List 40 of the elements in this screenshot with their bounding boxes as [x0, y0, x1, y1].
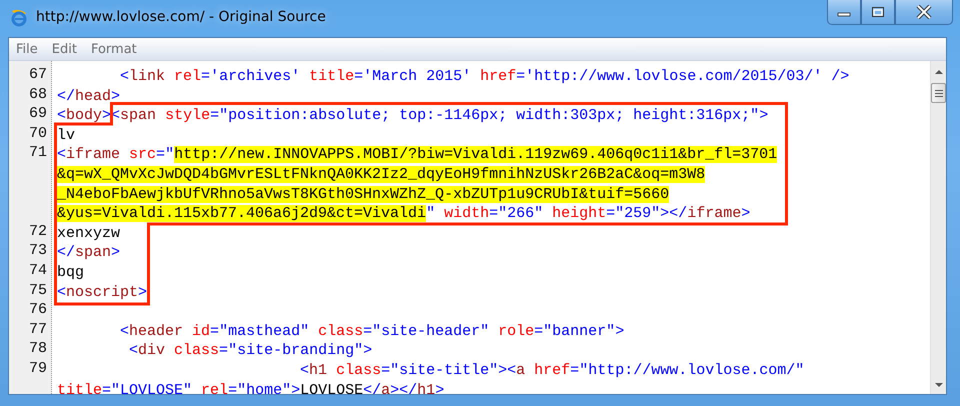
code-line: <noscript>: [57, 282, 148, 302]
scroll-down-icon[interactable]: [934, 382, 944, 388]
close-icon: [916, 5, 932, 19]
browser-icon: [10, 9, 28, 27]
line-number: 75: [28, 282, 47, 299]
line-number: 79: [28, 360, 47, 377]
code-line: <header id="masthead" class="site-header" role="banner">: [120, 322, 624, 342]
menu-item[interactable]: File: [16, 42, 38, 56]
code-line: title="LOVLOSE" rel="home">LOVLOSE</a></h1>: [57, 380, 444, 394]
code-line: &yus=Vivaldi.115xb77.406a6j2d9&ct=Vivaldi" width="266" height="259"></iframe>: [57, 204, 750, 224]
line-number: 68: [28, 86, 47, 103]
line-number: 71: [28, 144, 47, 162]
code-line: </span>: [57, 243, 120, 263]
line-number: 67: [28, 66, 47, 83]
line-number: 70: [28, 124, 47, 142]
code-line: <div class="site-branding">: [129, 341, 372, 361]
line-number: 69: [28, 105, 47, 122]
scroll-thumb[interactable]: [931, 83, 946, 103]
code-line: xenxyzw: [57, 224, 120, 244]
code-line: <h1 class="site-title"><a href="http://www.lovlose.com/": [300, 360, 804, 380]
close-button[interactable]: [895, 0, 953, 25]
code-line: bqg: [57, 262, 84, 283]
line-number: 77: [28, 320, 47, 338]
maximize-button[interactable]: [861, 0, 895, 25]
menu-item[interactable]: Format: [90, 42, 137, 56]
scrollbar[interactable]: [930, 61, 946, 394]
menu-item[interactable]: Edit: [52, 42, 77, 56]
line-number: 73: [28, 242, 47, 260]
code-line: </head>: [57, 86, 120, 106]
line-number: 78: [28, 340, 47, 358]
minimize-button[interactable]: [827, 0, 861, 25]
window-title: http://www.lovlose.com/ - Original Source: [36, 9, 326, 25]
code-line: <iframe src="http://new.INNOVAPPS.MOBI/?biw=Vivaldi.119zw69.406q0c1i1&br_fl=3701: [57, 145, 778, 165]
maximize-icon: [871, 6, 885, 18]
code-line: lv: [57, 126, 76, 146]
code-line: <link rel='archives' title='March 2015' href='http://www.lovlose.com/2015/03/' />: [120, 67, 850, 87]
line-number: 74: [28, 262, 47, 279]
line-number: 76: [28, 301, 47, 318]
scroll-up-icon[interactable]: [934, 69, 944, 75]
line-number: 72: [28, 222, 47, 240]
